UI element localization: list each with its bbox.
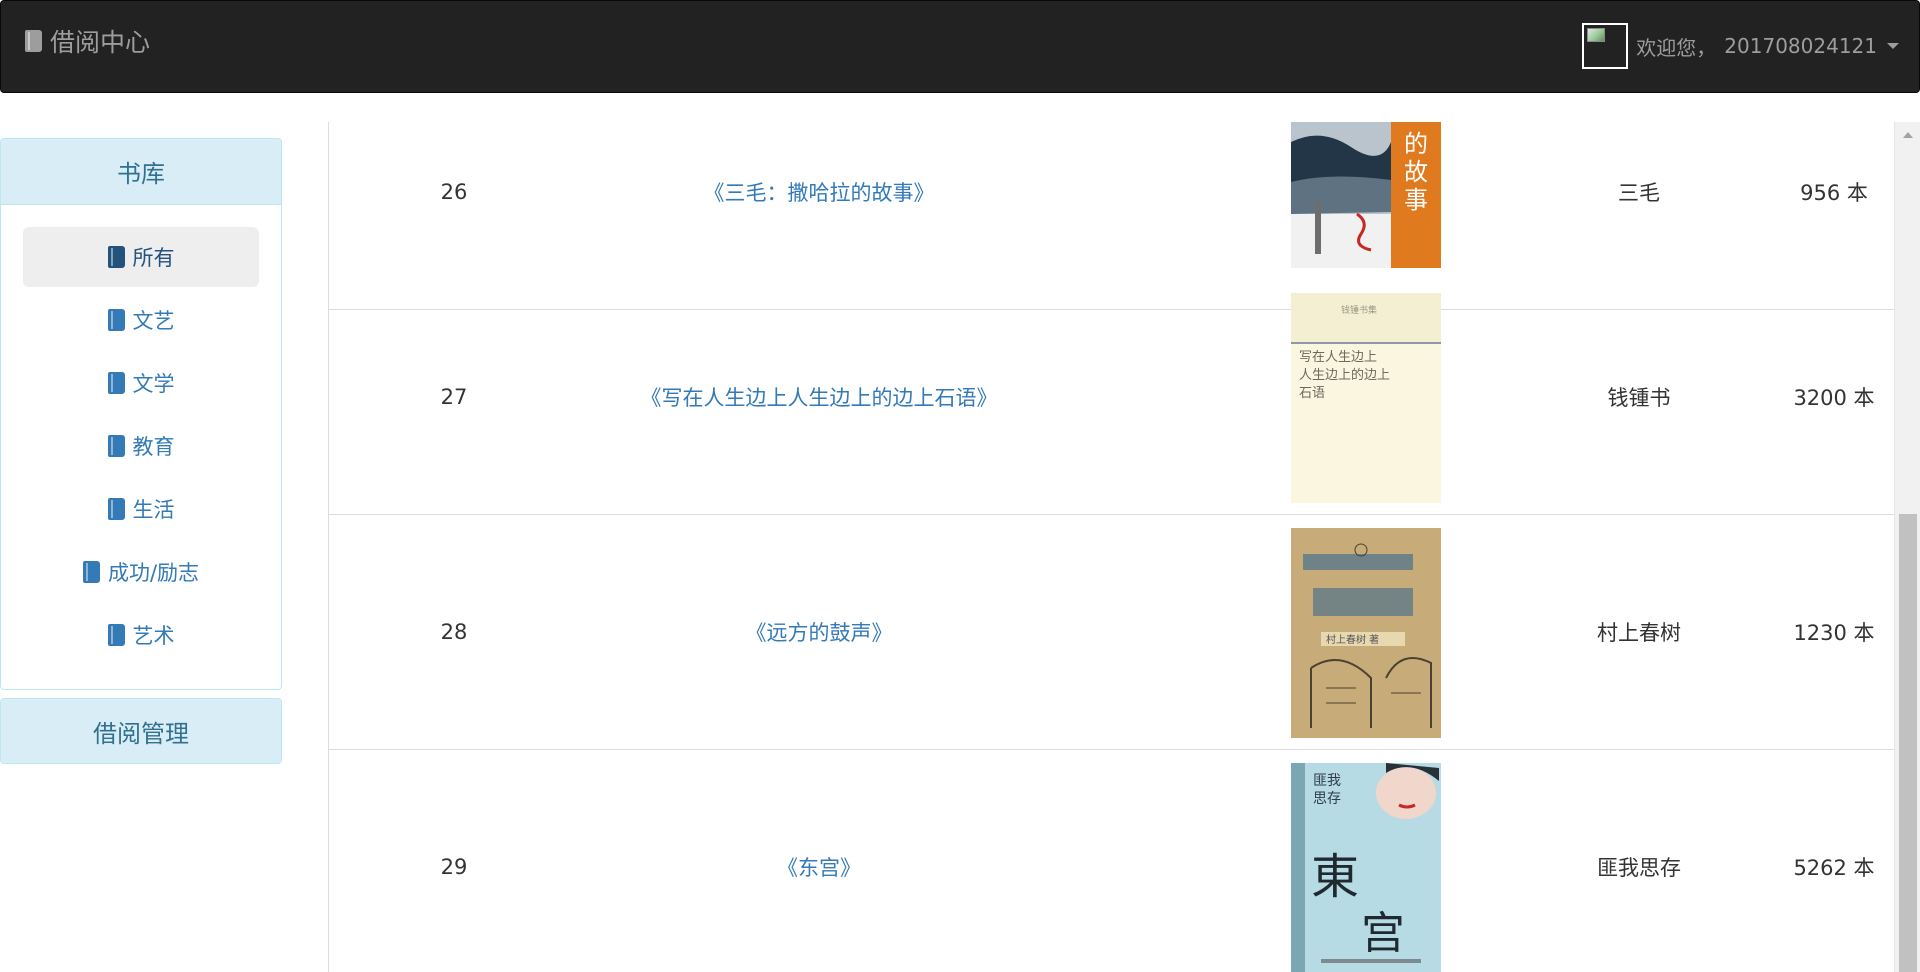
user-dropdown[interactable]: 欢迎您， 201708024121 <box>1582 23 1899 69</box>
brand[interactable]: 借阅中心 <box>25 23 150 59</box>
svg-text:宫: 宫 <box>1361 908 1405 959</box>
book-title-link[interactable]: 《写在人生边上人生边上的边上石语》 <box>519 280 1119 514</box>
book-title-link[interactable]: 《东宫》 <box>519 750 1119 972</box>
username: 201708024121 <box>1724 34 1877 58</box>
svg-text:石语: 石语 <box>1299 386 1325 401</box>
book-id: 28 <box>440 620 468 644</box>
svg-text:事: 事 <box>1404 186 1428 214</box>
library-panel: 书库 所有 文艺 文学 教育 生活 成功/励志 艺术 <box>0 138 282 690</box>
scroll-up-arrow-icon[interactable] <box>1903 132 1913 138</box>
category-list: 所有 文艺 文学 教育 生活 成功/励志 艺术 <box>23 227 259 668</box>
avatar <box>1582 23 1629 69</box>
sidebar-item-literature[interactable]: 文学 <box>23 353 259 413</box>
borrow-management-heading[interactable]: 借阅管理 <box>1 699 281 763</box>
borrow-panel: 借阅管理 <box>0 698 282 764</box>
book-stock: 5262 本 <box>1793 856 1875 880</box>
book-stock: 1230 本 <box>1793 621 1875 645</box>
book-stock: 3200 本 <box>1793 386 1875 410</box>
book-title-link[interactable]: 《远方的鼓声》 <box>519 515 1119 749</box>
book-cover: 匪我 思存 東 宫 <box>1291 763 1441 972</box>
sidebar-item-art[interactable]: 艺术 <box>23 605 259 665</box>
book-icon <box>107 372 125 394</box>
book-author: 匪我思存 <box>1597 856 1681 880</box>
top-navbar: 借阅中心 欢迎您， 201708024121 <box>0 0 1920 93</box>
svg-text:村上春树 著: 村上春树 著 <box>1326 633 1379 646</box>
brand-title: 借阅中心 <box>50 28 151 57</box>
book-icon <box>107 435 125 457</box>
book-cover: 的 故 事 <box>1291 122 1441 268</box>
book-table: 26 《三毛：撒哈拉的故事》 的 故 事 三毛 956 本 27 《写在人生边上… <box>328 122 1894 972</box>
library-panel-heading[interactable]: 书库 <box>1 139 281 205</box>
welcome-text: 欢迎您， <box>1636 35 1717 60</box>
svg-text:東: 東 <box>1311 849 1359 905</box>
book-cover: 钱锺书集 写在人生边上 人生边上的边上 石语 <box>1291 293 1441 503</box>
sidebar-item-label: 教育 <box>132 435 175 459</box>
sidebar-item-label: 艺术 <box>132 624 175 648</box>
sidebar-item-label: 生活 <box>132 498 175 522</box>
book-icon <box>107 246 125 268</box>
page-scrollbar[interactable] <box>1894 122 1920 972</box>
svg-text:人生边上的边上: 人生边上的边上 <box>1299 367 1390 383</box>
sidebar-item-arts-literature[interactable]: 文艺 <box>23 290 259 350</box>
book-author: 钱锺书 <box>1607 386 1671 410</box>
book-icon <box>107 309 125 331</box>
svg-text:的: 的 <box>1404 130 1428 158</box>
book-icon <box>107 498 125 520</box>
sidebar-item-education[interactable]: 教育 <box>23 416 259 476</box>
book-cover: 村上春树 著 <box>1291 528 1441 738</box>
sidebar-item-label: 文学 <box>132 372 175 396</box>
svg-text:思存: 思存 <box>1313 791 1341 807</box>
sidebar-item-label: 成功/励志 <box>107 561 200 585</box>
book-id: 27 <box>440 385 468 409</box>
svg-text:写在人生边上: 写在人生边上 <box>1299 350 1377 365</box>
svg-text:匪我: 匪我 <box>1313 773 1341 789</box>
table-row: 27 《写在人生边上人生边上的边上石语》 钱锺书集 写在人生边上 人生边上的边上… <box>329 280 1894 515</box>
svg-text:故: 故 <box>1404 158 1428 186</box>
table-row: 29 《东宫》 匪我 思存 東 宫 匪我思存 5262 本 <box>329 750 1894 972</box>
book-id: 29 <box>440 855 468 879</box>
svg-text:钱锺书集: 钱锺书集 <box>1341 304 1377 316</box>
sidebar-item-success[interactable]: 成功/励志 <box>23 542 259 602</box>
book-icon <box>25 30 42 52</box>
sidebar-item-label: 文艺 <box>132 309 175 333</box>
table-row: 28 《远方的鼓声》 村上春树 著 村上春树 1230 本 <box>329 515 1894 750</box>
book-icon <box>107 624 125 646</box>
caret-down-icon <box>1887 43 1899 49</box>
book-author: 村上春树 <box>1597 621 1681 645</box>
book-icon <box>82 561 100 583</box>
scroll-thumb[interactable] <box>1899 514 1917 972</box>
sidebar-item-all[interactable]: 所有 <box>23 227 259 287</box>
sidebar-item-life[interactable]: 生活 <box>23 479 259 539</box>
sidebar-item-label: 所有 <box>132 246 175 270</box>
